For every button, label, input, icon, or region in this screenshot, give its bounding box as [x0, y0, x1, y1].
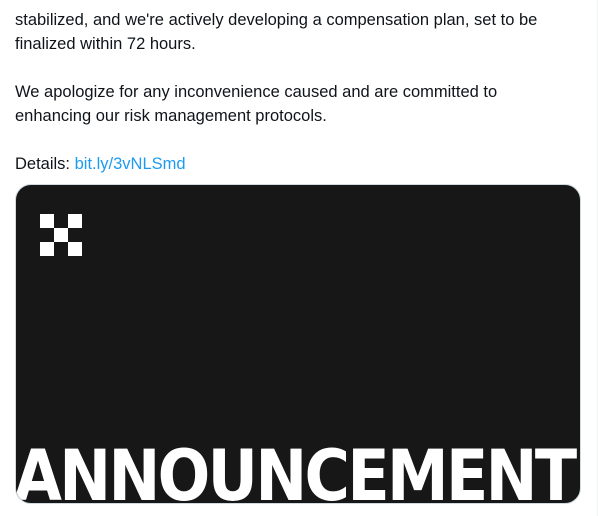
tweet-paragraph-compensation: stabilized, and we're actively developin…: [15, 11, 538, 53]
tweet-details-line: Details: bit.ly/3vNLSmd: [15, 152, 575, 176]
tweet-paragraph-apology: We apologize for any inconvenience cause…: [15, 83, 498, 125]
details-link[interactable]: bit.ly/3vNLSmd: [75, 155, 186, 173]
details-label: Details:: [15, 155, 71, 173]
tweet-body: stabilized, and we're actively developin…: [0, 0, 598, 516]
okx-logo-icon: [40, 214, 82, 256]
tweet-text: stabilized, and we're actively developin…: [15, 8, 575, 176]
announcement-headline: ANNOUNCEMENT: [15, 435, 577, 504]
announcement-image-card[interactable]: ANNOUNCEMENT: [15, 184, 581, 504]
